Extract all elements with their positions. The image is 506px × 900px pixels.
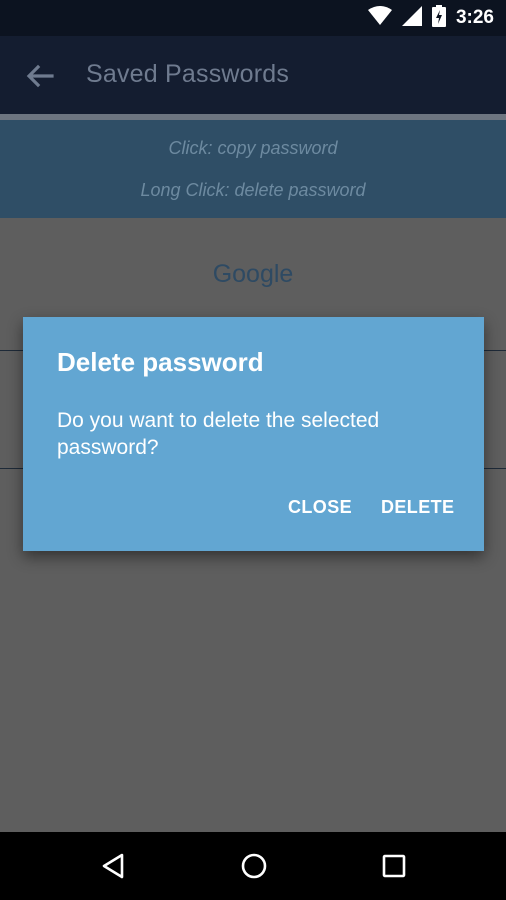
- hint-panel: Click: copy password Long Click: delete …: [0, 120, 506, 218]
- home-circle-icon: [241, 853, 267, 879]
- battery-charging-icon: [431, 4, 446, 32]
- hint-long-click: Long Click: delete password: [140, 180, 366, 200]
- back-button[interactable]: [24, 60, 56, 92]
- arrow-back-icon: [26, 64, 54, 88]
- hint-click: Click: copy password: [168, 138, 338, 158]
- nav-home-button[interactable]: [240, 852, 268, 880]
- dialog-message: Do you want to delete the selected passw…: [57, 409, 380, 459]
- nav-back-button[interactable]: [100, 852, 128, 880]
- status-icons: 3:26: [367, 4, 494, 32]
- nav-recents-button[interactable]: [380, 852, 408, 880]
- wifi-icon: [367, 5, 392, 31]
- navigation-bar: [0, 832, 506, 900]
- delete-dialog: Delete password Do you want to delete th…: [23, 317, 484, 551]
- app-bar: Saved Passwords: [0, 36, 506, 114]
- page-title: Saved Passwords: [86, 60, 290, 88]
- back-triangle-icon: [102, 853, 124, 879]
- close-button[interactable]: CLOSE: [288, 497, 352, 518]
- dialog-title: Delete password: [57, 347, 264, 377]
- cell-signal-icon: [401, 5, 422, 31]
- recents-square-icon: [382, 854, 406, 878]
- status-bar: 3:26: [0, 0, 506, 36]
- list-item-google[interactable]: Google: [0, 260, 506, 289]
- delete-button[interactable]: DELETE: [381, 497, 454, 518]
- status-time: 3:26: [455, 7, 494, 28]
